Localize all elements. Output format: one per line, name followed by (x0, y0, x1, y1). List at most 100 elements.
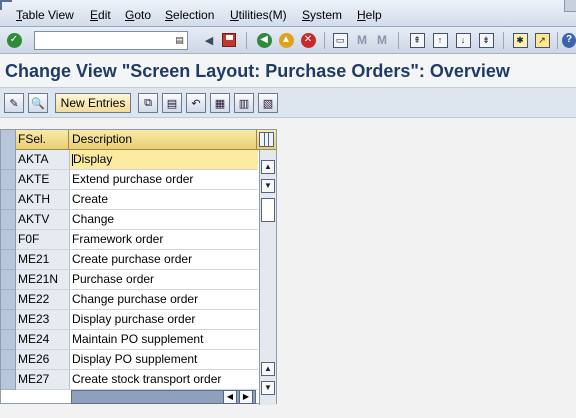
column-header-description[interactable]: Description (70, 130, 257, 150)
command-input[interactable] (35, 32, 173, 49)
cell-description[interactable]: Extend purchase order (70, 170, 258, 189)
exit-icon[interactable]: ▲ (277, 31, 295, 49)
cell-description[interactable]: Maintain PO supplement (70, 330, 258, 349)
cell-description[interactable]: Framework order (70, 230, 258, 249)
table-row[interactable]: AKTH Create (1, 190, 258, 210)
undo-change-icon[interactable]: ↶ (186, 93, 206, 113)
scroll-page-up-icon[interactable]: ▲ (261, 362, 275, 376)
menu-goto[interactable]: Goto (125, 8, 151, 22)
row-selector[interactable] (1, 290, 16, 310)
vertical-scrollbar[interactable]: ▲ ▼ ▲ ▼ (259, 150, 276, 405)
row-selector[interactable] (1, 310, 16, 330)
cell-fsel[interactable]: ME21N (16, 270, 70, 289)
row-selector[interactable] (1, 270, 16, 290)
command-field[interactable]: ▤ (34, 31, 188, 50)
table-row[interactable]: ME24 Maintain PO supplement (1, 330, 258, 350)
table-row[interactable]: ME21 Create purchase order (1, 250, 258, 270)
table-row[interactable]: ME22 Change purchase order (1, 290, 258, 310)
previous-page-icon[interactable]: ↑ (431, 31, 449, 49)
table-row[interactable]: F0F Framework order (1, 230, 258, 250)
shortcut-icon[interactable]: ↗ (533, 31, 551, 49)
cell-fsel[interactable]: AKTE (16, 170, 70, 189)
cell-fsel[interactable]: F0F (16, 230, 70, 249)
cell-description[interactable]: Create (70, 190, 258, 209)
new-entries-button[interactable]: New Entries (55, 93, 131, 113)
save-icon[interactable] (220, 31, 238, 49)
scroll-left-icon[interactable]: ◀ (223, 390, 237, 404)
select-all-icon[interactable]: ▦ (210, 93, 230, 113)
cell-fsel[interactable]: AKTH (16, 190, 70, 209)
cell-fsel[interactable]: ME22 (16, 290, 70, 309)
cancel-icon[interactable]: ✕ (299, 31, 317, 49)
history-dropdown-icon[interactable]: ▤ (174, 34, 185, 47)
table-row[interactable]: ME23 Display purchase order (1, 310, 258, 330)
help-icon[interactable]: ? (562, 31, 576, 49)
menu-table-view[interactable]: Table View (16, 8, 74, 22)
last-page-icon[interactable]: ⇟ (477, 31, 495, 49)
cell-description[interactable]: Create stock transport order (70, 370, 258, 389)
print-icon[interactable]: ▭ (331, 31, 349, 49)
select-all-column[interactable] (1, 130, 16, 150)
window-control-icon[interactable] (564, 0, 576, 12)
display-change-icon[interactable]: ✎ (4, 93, 24, 113)
menu-help[interactable]: Help (357, 8, 382, 22)
table-row[interactable]: ME21N Purchase order (1, 270, 258, 290)
cell-description[interactable]: Display (70, 150, 258, 169)
scroll-down-icon[interactable]: ▼ (261, 179, 275, 193)
back-icon[interactable]: ◀ (255, 31, 273, 49)
find-next-icon[interactable]: M (373, 31, 391, 49)
copy-as-icon[interactable]: ⧉ (138, 93, 158, 113)
cell-fsel[interactable]: AKTA (16, 150, 70, 169)
display-icon[interactable]: 🔍 (28, 93, 48, 113)
cell-fsel[interactable]: ME21 (16, 250, 70, 269)
delete-icon[interactable]: ▤ (162, 93, 182, 113)
menu-utilities[interactable]: Utilities(M) (230, 8, 287, 22)
row-selector[interactable] (1, 210, 16, 230)
column-header-fsel[interactable]: FSel. (16, 130, 69, 150)
row-selector[interactable] (1, 250, 16, 270)
cell-fsel[interactable]: AKTV (16, 210, 70, 229)
table-settings-icon[interactable] (259, 132, 274, 147)
find-icon[interactable]: M (353, 31, 371, 49)
table-row[interactable]: ME27 Create stock transport order (1, 370, 258, 390)
row-selector[interactable] (1, 330, 16, 350)
cell-description[interactable]: Change purchase order (70, 290, 258, 309)
table-row[interactable]: AKTV Change (1, 210, 258, 230)
row-selector[interactable] (1, 370, 16, 390)
cell-description[interactable]: Change (70, 210, 258, 229)
new-session-icon[interactable]: ✱ (511, 31, 529, 49)
menu-selection[interactable]: Selection (165, 8, 214, 22)
select-block-icon[interactable]: ▥ (234, 93, 254, 113)
row-selector[interactable] (1, 190, 16, 210)
table-header: FSel. Description (1, 130, 276, 150)
scroll-up-icon[interactable]: ▲ (261, 160, 275, 174)
cell-description[interactable]: Purchase order (70, 270, 258, 289)
standard-toolbar: ✓ ▤ ◀ ◀ ▲ ✕ ▭ M M ⇞ ↑ ↓ ⇟ ✱ ↗ ? (0, 27, 576, 54)
cell-fsel[interactable]: ME27 (16, 370, 70, 389)
row-selector[interactable] (1, 170, 16, 190)
cell-fsel[interactable]: ME26 (16, 350, 70, 369)
first-page-icon[interactable]: ⇞ (408, 31, 426, 49)
scroll-thumb[interactable] (261, 198, 275, 222)
table-row[interactable]: ME26 Display PO supplement (1, 350, 258, 370)
menu-system[interactable]: System (302, 8, 342, 22)
title-bar: Change View "Screen Layout: Purchase Ord… (0, 54, 576, 88)
check-icon[interactable]: ✓ (5, 31, 23, 49)
cell-fsel[interactable]: ME23 (16, 310, 70, 329)
sap-logo-corner (0, 0, 12, 10)
next-page-icon[interactable]: ↓ (454, 31, 472, 49)
scroll-page-down-icon[interactable]: ▼ (261, 381, 275, 395)
scroll-right-icon[interactable]: ▶ (239, 390, 253, 404)
deselect-all-icon[interactable]: ▧ (258, 93, 278, 113)
cell-fsel[interactable]: ME24 (16, 330, 70, 349)
cell-description[interactable]: Display purchase order (70, 310, 258, 329)
row-selector[interactable] (1, 350, 16, 370)
row-selector[interactable] (1, 150, 16, 170)
cell-description[interactable]: Create purchase order (70, 250, 258, 269)
table-row[interactable]: AKTE Extend purchase order (1, 170, 258, 190)
row-selector[interactable] (1, 230, 16, 250)
menu-edit[interactable]: Edit (90, 8, 111, 22)
table-row[interactable]: AKTA Display (1, 150, 258, 170)
triangle-left-icon[interactable]: ◀ (200, 31, 218, 49)
cell-description[interactable]: Display PO supplement (70, 350, 258, 369)
